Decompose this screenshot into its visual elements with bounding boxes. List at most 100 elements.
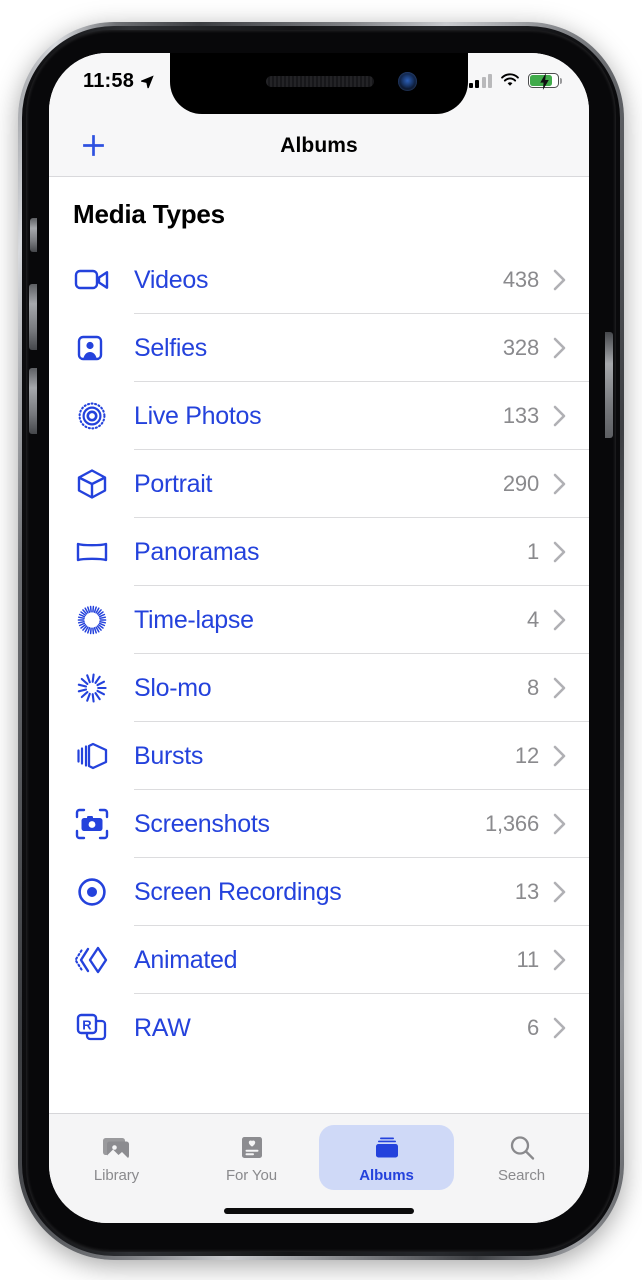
- live-photo-icon: [73, 396, 117, 436]
- list-item-label: Live Photos: [134, 401, 262, 430]
- volume-up-button[interactable]: [29, 284, 37, 350]
- list-item[interactable]: Live Photos 133: [49, 382, 589, 450]
- list-item[interactable]: Bursts 12: [49, 722, 589, 790]
- battery-charging-icon: [528, 73, 563, 90]
- page-title: Albums: [280, 133, 358, 157]
- animated-chevrons-icon: [73, 940, 117, 980]
- raw-badge-icon: R: [73, 1008, 117, 1048]
- screenshot-camera-icon: [73, 804, 117, 844]
- status-bar-right: [468, 71, 563, 90]
- front-camera-icon: [398, 72, 417, 91]
- list-item-label: Screen Recordings: [134, 877, 342, 906]
- list-item-label: Selfies: [134, 333, 207, 362]
- video-camera-icon: [73, 260, 117, 300]
- list-item-count: 290: [502, 471, 539, 496]
- iphone-frame: 11:58 Albums Media Types Videos 438 Self…: [18, 22, 624, 1260]
- list-item[interactable]: Videos 438: [49, 246, 589, 314]
- list-item-count: 1,366: [484, 811, 539, 836]
- tab-label-search: Search: [498, 1167, 545, 1184]
- chevron-right-icon: [552, 744, 567, 768]
- slomo-icon: [73, 668, 117, 708]
- list-item[interactable]: Screen Recordings 13: [49, 858, 589, 926]
- list-item-count: 1: [526, 539, 539, 564]
- list-item-count: 328: [502, 335, 539, 360]
- timelapse-icon: [73, 600, 117, 640]
- list-item-count: 11: [516, 947, 540, 972]
- list-item-count: 13: [514, 879, 539, 904]
- navigation-bar: Albums: [49, 115, 589, 177]
- earpiece-speaker-icon: [266, 76, 374, 87]
- tab-label-albums: Albums: [359, 1167, 414, 1184]
- list-item-count: 8: [526, 675, 539, 700]
- plus-icon: [82, 135, 104, 156]
- list-item-count: 6: [526, 1015, 539, 1040]
- wifi-icon: [501, 73, 519, 86]
- tab-label-for-you: For You: [225, 1167, 277, 1184]
- chevron-right-icon: [552, 472, 567, 496]
- selfie-person-icon: [73, 328, 117, 368]
- chevron-right-icon: [552, 948, 567, 972]
- chevron-right-icon: [552, 336, 567, 360]
- list-item-count: 133: [502, 403, 539, 428]
- list-item[interactable]: Screenshots 1,366: [49, 790, 589, 858]
- screenshot-stage: 11:58 Albums Media Types Videos 438 Self…: [0, 0, 642, 1280]
- list-item[interactable]: Slo-mo 8: [49, 654, 589, 722]
- list-item[interactable]: Portrait 290: [49, 450, 589, 518]
- list-item-label: Time-lapse: [134, 605, 254, 634]
- status-bar-left: 11:58: [83, 71, 155, 91]
- chevron-right-icon: [552, 812, 567, 836]
- list-item[interactable]: Selfies 328: [49, 314, 589, 382]
- svg-text:R: R: [82, 1018, 92, 1033]
- tab-search[interactable]: Search: [454, 1125, 589, 1190]
- cellular-signal-icon: [468, 73, 492, 88]
- photo-library-icon: [102, 1132, 132, 1164]
- panorama-icon: [73, 532, 117, 572]
- list-item-label: RAW: [134, 1013, 191, 1042]
- list-item[interactable]: Animated 11: [49, 926, 589, 994]
- phone-screen: 11:58 Albums Media Types Videos 438 Self…: [49, 53, 589, 1223]
- volume-down-button[interactable]: [29, 368, 37, 434]
- search-icon: [508, 1132, 536, 1164]
- cube-portrait-icon: [73, 464, 117, 504]
- location-arrow-icon: [141, 75, 154, 88]
- mute-switch[interactable]: [30, 218, 37, 252]
- list-item[interactable]: Panoramas 1: [49, 518, 589, 586]
- for-you-card-icon: [239, 1132, 265, 1164]
- media-types-list: Videos 438 Selfies 328 Live Photos 133 P…: [49, 246, 589, 1062]
- albums-scroll-area[interactable]: Media Types Videos 438 Selfies 328 Live …: [49, 177, 589, 1113]
- list-item-label: Animated: [134, 945, 238, 974]
- list-item-count: 438: [502, 267, 539, 292]
- list-item[interactable]: R RAW 6: [49, 994, 589, 1062]
- status-time: 11:58: [83, 70, 135, 92]
- add-album-button[interactable]: [67, 120, 119, 172]
- list-item-label: Videos: [134, 265, 209, 294]
- chevron-right-icon: [552, 540, 567, 564]
- chevron-right-icon: [552, 268, 567, 292]
- burst-stack-icon: [73, 736, 117, 776]
- tab-bar: Library For You Albums Search: [49, 1113, 589, 1223]
- chevron-right-icon: [552, 676, 567, 700]
- list-item-count: 12: [514, 743, 539, 768]
- section-header-media-types: Media Types: [73, 199, 225, 229]
- charging-bolt-icon: [540, 73, 549, 90]
- chevron-right-icon: [552, 880, 567, 904]
- list-item-label: Screenshots: [134, 809, 270, 838]
- albums-folder-icon: [372, 1132, 402, 1164]
- power-button[interactable]: [605, 332, 613, 438]
- list-item-label: Panoramas: [134, 537, 260, 566]
- record-circle-icon: [73, 872, 117, 912]
- list-item-label: Portrait: [134, 469, 213, 498]
- list-item[interactable]: Time-lapse 4: [49, 586, 589, 654]
- list-item-count: 4: [526, 607, 539, 632]
- tab-label-library: Library: [93, 1167, 140, 1184]
- tab-library[interactable]: Library: [49, 1125, 184, 1190]
- chevron-right-icon: [552, 608, 567, 632]
- chevron-right-icon: [552, 404, 567, 428]
- tab-for-you[interactable]: For You: [184, 1125, 319, 1190]
- notch: [170, 53, 468, 114]
- home-indicator[interactable]: [224, 1208, 414, 1214]
- list-item-label: Slo-mo: [134, 673, 212, 702]
- list-item-label: Bursts: [134, 741, 204, 770]
- chevron-right-icon: [552, 1016, 567, 1040]
- tab-albums[interactable]: Albums: [319, 1125, 454, 1190]
